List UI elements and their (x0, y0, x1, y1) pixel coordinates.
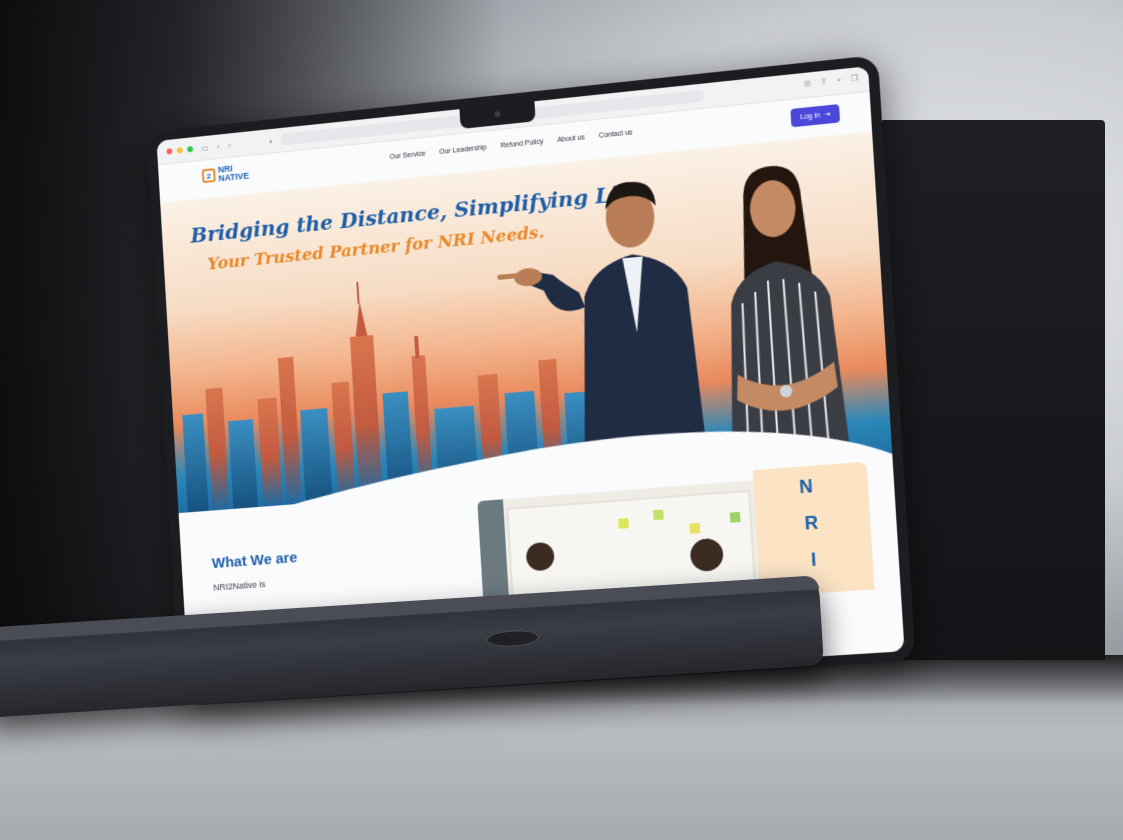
what-we-are-text: NRI2Native is (213, 566, 444, 592)
plus-icon[interactable]: + (836, 75, 841, 85)
background-block (880, 120, 1105, 680)
card-letter-r: R (804, 512, 819, 534)
nav-our-service[interactable]: Our Service (390, 151, 426, 162)
shield-icon[interactable]: ◐ (268, 136, 273, 145)
back-icon[interactable]: ‹ (217, 142, 220, 151)
logo-line2: NATIVE (218, 172, 249, 184)
nav-our-leadership[interactable]: Our Leadership (439, 144, 487, 156)
minimize-window-button[interactable] (177, 147, 183, 153)
maximize-window-button[interactable] (187, 146, 193, 152)
what-we-are-heading: What We are (211, 549, 297, 572)
card-letter-n: N (799, 476, 814, 498)
share-icon[interactable]: ⇪ (820, 77, 828, 87)
card-letter-i: I (810, 549, 817, 571)
tabs-icon[interactable]: ❐ (851, 73, 859, 83)
browser-actions: ◎ ⇪ + ❐ (804, 73, 859, 88)
laptop-opening-notch (486, 629, 539, 648)
login-arrow-icon: ⇥ (824, 110, 831, 119)
nav-refund-policy[interactable]: Refund Policy (500, 138, 543, 149)
close-window-button[interactable] (166, 148, 172, 154)
sidebar-icon[interactable]: ▭ (201, 143, 209, 152)
forward-icon[interactable]: › (228, 141, 231, 150)
nav-contact-us[interactable]: Contact us (599, 129, 633, 139)
logo-text: NRI NATIVE (218, 163, 250, 184)
login-button[interactable]: Log in ⇥ (790, 104, 840, 127)
nav-about-us[interactable]: About us (557, 134, 585, 144)
download-icon[interactable]: ◎ (804, 78, 812, 88)
nri-vertical-card: N R I (753, 462, 875, 597)
login-label: Log in (800, 112, 820, 121)
logo-mark-icon: 2 (202, 168, 216, 183)
site-logo[interactable]: 2 NRI NATIVE (202, 163, 250, 185)
